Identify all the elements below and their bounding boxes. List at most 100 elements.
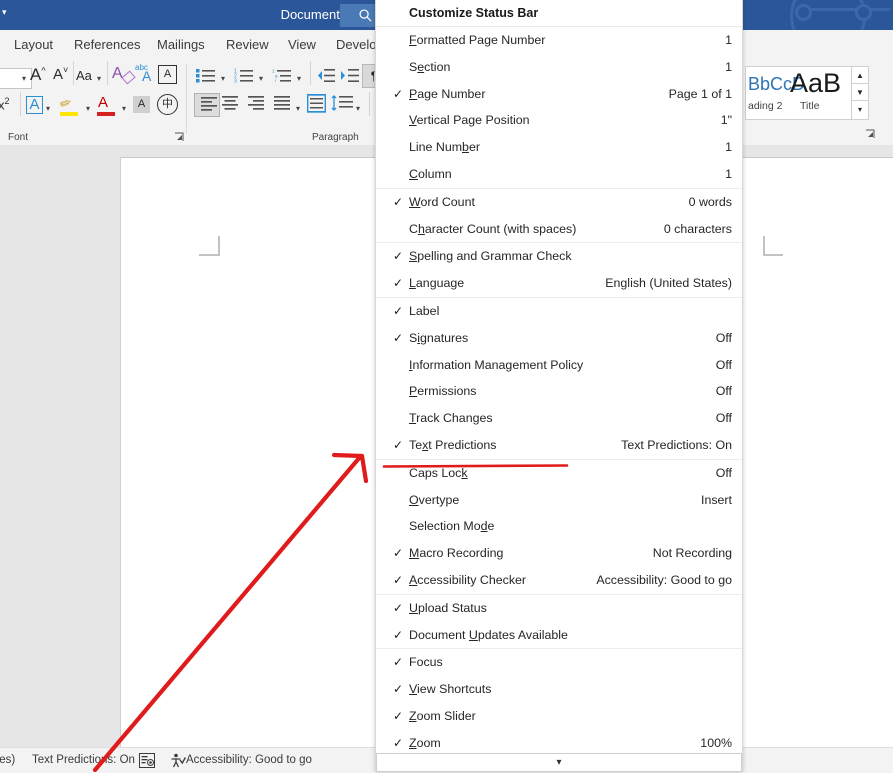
tab-view[interactable]: View [288, 30, 316, 60]
chevron-down-icon[interactable]: ▾ [221, 74, 225, 83]
menu-item-label: Overtype [409, 492, 460, 507]
macro-recording-icon[interactable] [139, 753, 155, 768]
menu-item-value: Page 1 of 1 [668, 86, 732, 101]
paragraph-group-label: Paragraph [312, 132, 359, 143]
menu-item[interactable]: ✓ Macro Recording Not Recording [376, 540, 742, 567]
superscript-button[interactable]: x2 [0, 96, 10, 112]
decorative-line [800, 8, 890, 11]
menu-scroll-down-button[interactable]: ▾ [376, 753, 742, 772]
checkmark-icon: ✓ [392, 249, 404, 264]
menu-item-label: Track Changes [409, 411, 493, 426]
line-spacing-button[interactable] [331, 95, 353, 116]
chevron-down-icon[interactable]: ▾ [259, 74, 263, 83]
more-styles-icon[interactable]: ▾ [851, 100, 869, 120]
menu-item[interactable]: Selection Mode [376, 513, 742, 540]
menu-item[interactable]: Section 1 [376, 54, 742, 81]
styles-dialog-launcher-icon[interactable] [865, 129, 875, 139]
menu-item[interactable]: Track Changes Off [376, 405, 742, 432]
menu-item[interactable]: Overtype Insert [376, 487, 742, 514]
menu-item[interactable]: Permissions Off [376, 378, 742, 405]
checkmark-placeholder [390, 378, 406, 405]
status-text-predictions[interactable]: Text Predictions: On [32, 748, 135, 773]
font-dialog-launcher-icon[interactable] [174, 132, 184, 142]
checkmark-icon: ✓ [392, 655, 404, 670]
divider [20, 92, 21, 116]
menu-item[interactable]: ✓ Focus [376, 648, 742, 676]
chevron-down-icon[interactable]: ▾ [22, 74, 26, 83]
menu-item[interactable]: ✓ Language English (United States) [376, 270, 742, 297]
menu-item[interactable]: ✓ Document Updates Available [376, 622, 742, 649]
tab-developer[interactable]: Develo [336, 30, 376, 60]
menu-item[interactable]: Vertical Page Position 1" [376, 107, 742, 134]
menu-item[interactable]: ✓ Word Count 0 words [376, 187, 742, 216]
menu-item[interactable]: ✓ Text Predictions Text Predictions: On [376, 432, 742, 459]
character-border-button[interactable]: A [158, 65, 177, 84]
tab-review[interactable]: Review [226, 30, 269, 60]
menu-item-value: 0 words [688, 194, 732, 209]
chevron-down-icon[interactable]: ▾ [122, 104, 126, 113]
menu-item[interactable]: ✓ Upload Status [376, 593, 742, 622]
menu-item-label: Caps Lock [409, 465, 468, 480]
increase-indent-button[interactable] [340, 68, 360, 88]
menu-item[interactable]: ✓ Label [376, 296, 742, 325]
menu-item-label: Upload Status [409, 600, 487, 615]
checkmark-icon: ✓ [392, 276, 404, 291]
menu-item[interactable]: ✓ Accessibility Checker Accessibility: Goo… [376, 567, 742, 594]
chevron-down-icon[interactable]: ▾ [86, 104, 90, 113]
menu-item-label: Information Management Policy [409, 357, 584, 372]
chevron-down-icon[interactable]: ▾ [97, 74, 101, 83]
checkmark-icon: ✓ [392, 194, 404, 209]
enclose-characters-button[interactable]: 中 [157, 94, 178, 115]
font-size-combo[interactable] [0, 68, 32, 89]
menu-item[interactable]: ✓ Spelling and Grammar Check [376, 242, 742, 270]
grow-font-button[interactable]: A^ [30, 65, 46, 85]
menu-item-label: View Shortcuts [409, 682, 492, 697]
status-language[interactable]: tes) [0, 748, 15, 773]
menu-item[interactable]: ✓ Page Number Page 1 of 1 [376, 81, 742, 108]
menu-item[interactable]: Column 1 [376, 161, 742, 188]
menu-item-label: Spelling and Grammar Check [409, 249, 572, 264]
menu-item[interactable]: ✓ Zoom Slider [376, 703, 742, 730]
change-case-button[interactable]: Aa [76, 68, 92, 83]
menu-item[interactable]: Caps Lock Off [376, 458, 742, 487]
align-left-button[interactable] [194, 93, 220, 117]
checkmark-icon: ✓ [392, 572, 404, 587]
font-color-button[interactable]: A [98, 94, 108, 111]
tab-mailings[interactable]: Mailings [157, 30, 205, 60]
chevron-down-icon[interactable]: ▾ [297, 74, 301, 83]
menu-item-value: 1" [720, 113, 732, 128]
align-center-button[interactable] [222, 96, 238, 115]
divider [73, 61, 74, 85]
checkmark-placeholder [390, 352, 406, 379]
chevron-down-icon[interactable]: ▾ [356, 104, 360, 113]
menu-item[interactable]: Information Management Policy Off [376, 352, 742, 379]
decrease-indent-button[interactable] [316, 68, 336, 88]
menu-item[interactable]: ✓ View Shortcuts [376, 676, 742, 703]
status-accessibility[interactable]: Accessibility: Good to go [186, 748, 312, 773]
tab-references[interactable]: References [74, 30, 140, 60]
distributed-button[interactable] [307, 94, 326, 118]
menu-item[interactable]: Line Number 1 [376, 134, 742, 161]
text-highlight-button[interactable]: A [133, 96, 150, 113]
menu-item[interactable]: Formatted Page Number 1 [376, 27, 742, 54]
divider [310, 61, 311, 85]
tab-layout[interactable]: Layout [14, 30, 53, 60]
chevron-down-icon[interactable]: ▾ [46, 104, 50, 113]
align-right-button[interactable] [248, 96, 264, 115]
clear-formatting-icon[interactable]: A [112, 65, 123, 83]
highlighter-pen-icon[interactable]: ✏ [57, 94, 74, 114]
checkmark-placeholder [390, 460, 406, 487]
multilevel-list-button[interactable]: 1 a i [272, 68, 292, 88]
svg-text:i: i [275, 78, 276, 83]
numbering-button[interactable]: 1 2 3 [234, 68, 254, 88]
justify-button[interactable] [274, 96, 290, 115]
bullets-button[interactable] [196, 68, 216, 88]
menu-item[interactable]: Character Count (with spaces) 0 character… [376, 216, 742, 243]
text-effects-button[interactable]: A [26, 96, 43, 114]
chevron-down-icon[interactable]: ▾ [296, 104, 300, 113]
menu-item[interactable]: ✓ Signatures Off [376, 325, 742, 352]
menu-item-label: Focus [409, 655, 443, 670]
checkmark-placeholder [390, 54, 406, 81]
accessibility-icon[interactable] [170, 753, 186, 768]
shrink-font-button[interactable]: A˅ [53, 65, 68, 83]
